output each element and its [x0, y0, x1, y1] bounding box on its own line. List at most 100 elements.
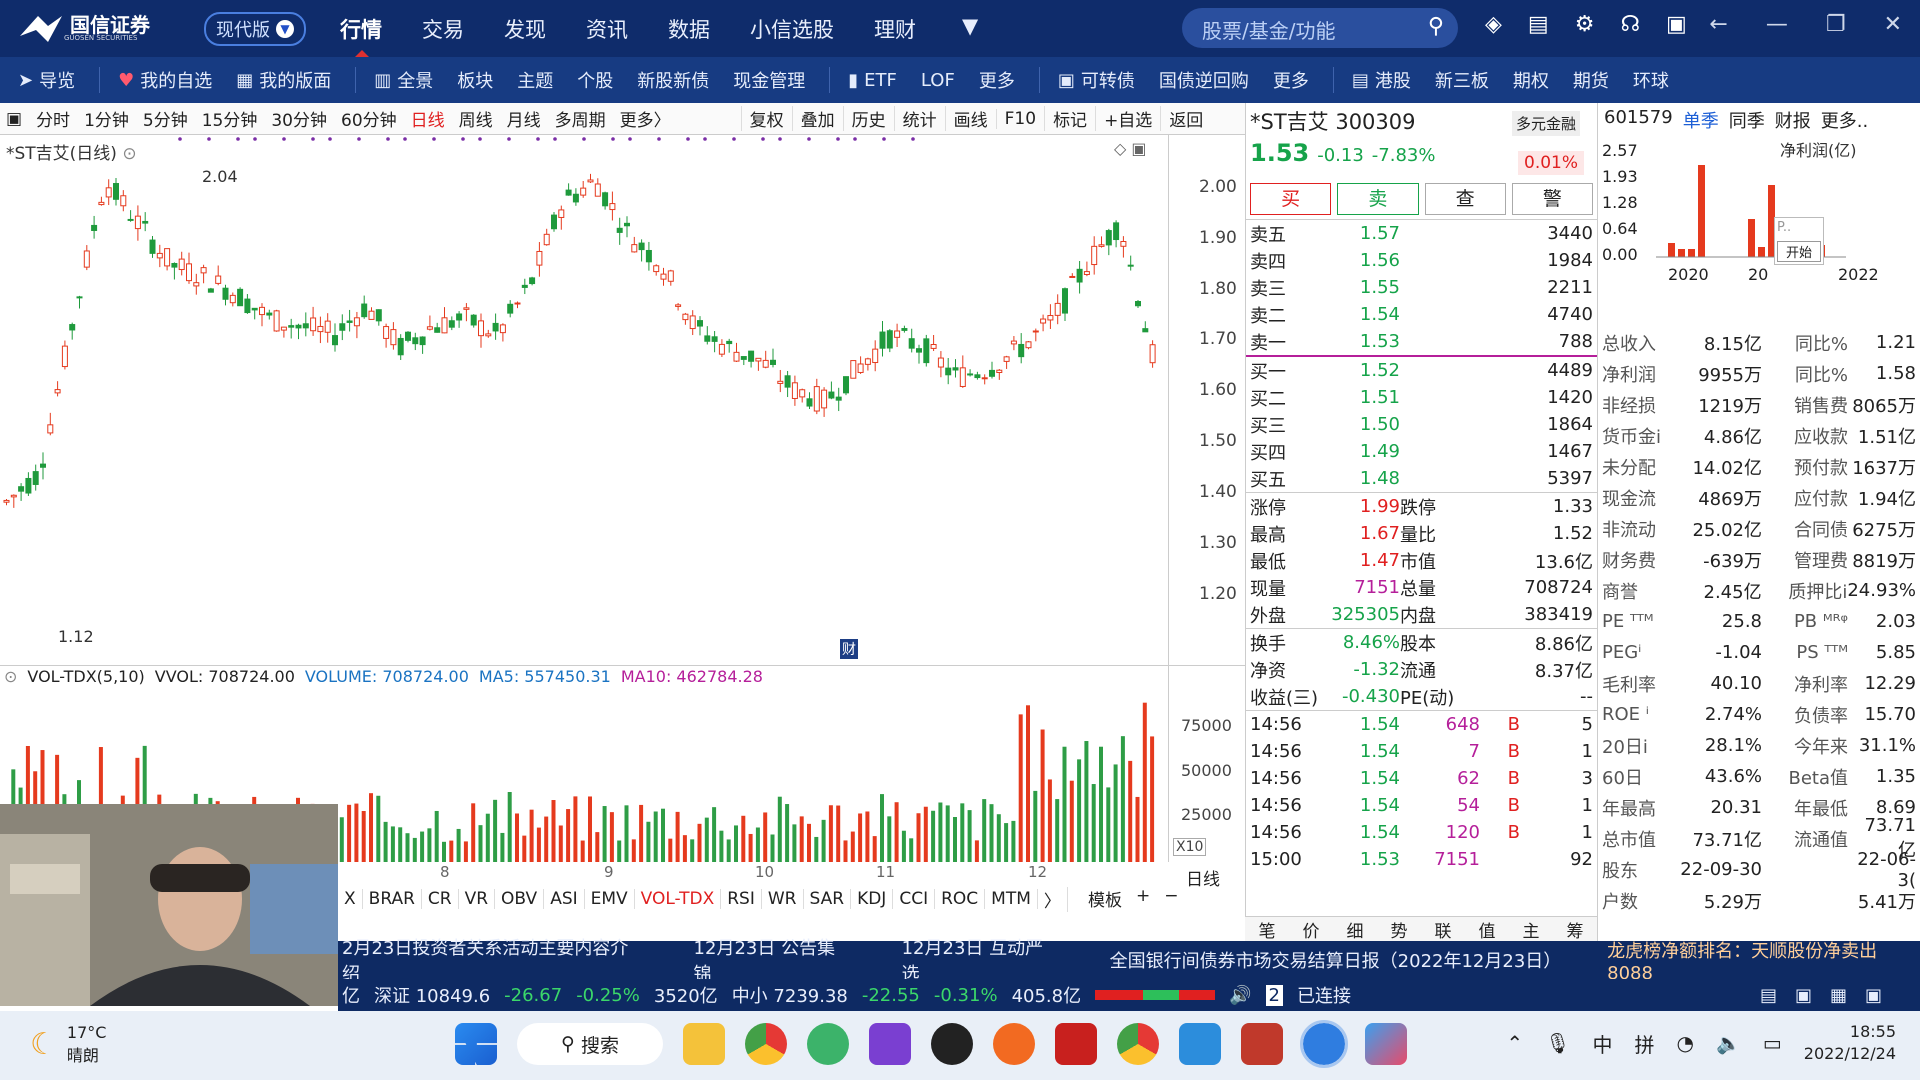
- news-item[interactable]: 龙虎榜净额排名：天顺股份净卖出8088: [1607, 937, 1920, 984]
- order-row[interactable]: 买三 1.50 1864: [1246, 411, 1597, 438]
- order-row[interactable]: 买二 1.51 1420: [1246, 384, 1597, 411]
- indicator-tab[interactable]: RSI: [721, 889, 762, 909]
- period-tab[interactable]: 多周期: [555, 106, 606, 131]
- alert-button[interactable]: 警: [1511, 183, 1593, 215]
- nav-wealth[interactable]: 理财: [874, 14, 916, 44]
- browser-e-icon[interactable]: [807, 1023, 849, 1065]
- nav-news[interactable]: 资讯: [586, 14, 628, 44]
- indicator-tab[interactable]: VR: [459, 889, 496, 909]
- search-icon[interactable]: ⚲: [1428, 14, 1444, 39]
- subnav-my-layout[interactable]: ▦ 我的版面: [236, 67, 331, 93]
- nav-stock-picker[interactable]: 小信选股: [750, 14, 834, 44]
- start-icon[interactable]: [455, 1023, 497, 1065]
- indicator-settings-icon[interactable]: ⊙: [4, 667, 17, 686]
- subnav-sector[interactable]: 板块: [457, 67, 493, 93]
- app-star-icon[interactable]: [1241, 1023, 1283, 1065]
- indicator-tab[interactable]: ASI: [544, 889, 585, 909]
- template-button[interactable]: 模板: [1088, 886, 1122, 911]
- ime-mode[interactable]: 拼: [1635, 1029, 1655, 1058]
- minimize-icon[interactable]: —: [1766, 12, 1788, 37]
- period-tab[interactable]: 30分钟: [271, 106, 327, 131]
- action-button[interactable]: 历史: [842, 106, 894, 131]
- mic-icon[interactable]: 🎙: [1545, 1031, 1570, 1055]
- indicator-tab[interactable]: CR: [422, 889, 459, 909]
- fin-popup[interactable]: P.. 开始: [1774, 217, 1824, 265]
- nav-data[interactable]: 数据: [668, 14, 710, 44]
- order-row[interactable]: 卖五 1.57 3440: [1246, 220, 1597, 247]
- layers-icon[interactable]: ◈: [1485, 12, 1502, 37]
- subnav-futures[interactable]: 期货: [1573, 67, 1609, 93]
- sell-button[interactable]: 卖: [1337, 183, 1419, 215]
- headset-icon[interactable]: ☊: [1620, 12, 1640, 37]
- indicator-tab[interactable]: CCI: [893, 889, 936, 909]
- quote-tab[interactable]: 筹: [1567, 917, 1584, 942]
- indicator-tab[interactable]: WR: [762, 889, 804, 909]
- order-row[interactable]: 买五 1.48 5397: [1246, 465, 1597, 492]
- order-row[interactable]: 卖四 1.56 1984: [1246, 247, 1597, 274]
- news-item[interactable]: 全国银行间债券市场交易结算日报（2022年12月23日）: [1110, 947, 1562, 973]
- action-button[interactable]: F10: [995, 108, 1044, 129]
- subnav-global[interactable]: 环球: [1633, 67, 1669, 93]
- profit-chart[interactable]: 净利润(亿) 2.57 1.93 1.28 0.64 0.00 2020 20 …: [1598, 137, 1920, 327]
- restore-icon[interactable]: ❐: [1826, 12, 1846, 37]
- quote-tab[interactable]: 势: [1391, 917, 1408, 942]
- status-tools[interactable]: ▤▣▦▣: [1760, 985, 1900, 1006]
- action-button[interactable]: +自选: [1095, 106, 1160, 131]
- message-icon[interactable]: ▣: [1666, 12, 1687, 37]
- battery-icon[interactable]: ▭: [1763, 1031, 1782, 1055]
- sector-badge[interactable]: 多元金融: [1512, 111, 1581, 136]
- quote-tab[interactable]: 笔: [1259, 917, 1276, 942]
- wifi-icon[interactable]: ◔: [1677, 1031, 1694, 1055]
- fin-popup-button[interactable]: 开始: [1777, 241, 1821, 262]
- period-tab[interactable]: 分时: [36, 106, 70, 131]
- period-tab[interactable]: 月线: [507, 106, 541, 131]
- fin-tab[interactable]: 更多..: [1821, 107, 1868, 133]
- subnav-neeq[interactable]: 新三板: [1435, 67, 1489, 93]
- indicator-tab[interactable]: KDJ: [851, 889, 894, 909]
- query-button[interactable]: 查: [1424, 183, 1506, 215]
- action-button[interactable]: 画线: [944, 106, 996, 131]
- order-row[interactable]: 卖三 1.55 2211: [1246, 274, 1597, 301]
- subnav-lof[interactable]: LOF: [921, 70, 955, 91]
- indicator-tab[interactable]: OBV: [495, 889, 545, 909]
- clock[interactable]: 18:55 2022/12/24: [1804, 1021, 1896, 1065]
- quote-tab[interactable]: 细: [1347, 917, 1364, 942]
- order-row[interactable]: 卖一 1.53 788: [1246, 328, 1597, 355]
- period-tab[interactable]: 5分钟: [143, 106, 188, 131]
- quote-tab[interactable]: 联: [1435, 917, 1452, 942]
- action-button[interactable]: 复权: [740, 106, 792, 131]
- subnav-convertible[interactable]: ▣ 可转债: [1058, 67, 1135, 93]
- subnav-more-1[interactable]: 更多: [979, 67, 1015, 93]
- quote-tab[interactable]: 值: [1479, 917, 1496, 942]
- period-tab[interactable]: 周线: [459, 106, 493, 131]
- settings-icon[interactable]: ⚙: [1575, 12, 1595, 37]
- subnav-more-2[interactable]: 更多: [1273, 67, 1309, 93]
- action-button[interactable]: 返回: [1160, 106, 1211, 131]
- close-icon[interactable]: ✕: [1884, 12, 1902, 37]
- buy-button[interactable]: 买: [1250, 183, 1332, 215]
- remove-indicator-button[interactable]: −: [1164, 886, 1178, 911]
- indicator-tab-active[interactable]: VOL-TDX: [635, 889, 722, 909]
- weather-widget[interactable]: ☾ 17°C 晴朗: [30, 1023, 106, 1066]
- subnav-hk[interactable]: ▤ 港股: [1352, 67, 1411, 93]
- smb-index[interactable]: 中小 7239.38: [732, 982, 848, 1008]
- period-tab[interactable]: 60分钟: [341, 106, 397, 131]
- period-tab[interactable]: 更多〉: [620, 106, 671, 131]
- f10-icon[interactable]: ▤: [1528, 12, 1549, 37]
- subnav-watchlist[interactable]: ♥ 我的自选: [118, 67, 212, 93]
- order-row[interactable]: 卖二 1.54 4740: [1246, 301, 1597, 328]
- action-button[interactable]: 叠加: [791, 106, 843, 131]
- indicator-next[interactable]: 〉: [1038, 886, 1068, 912]
- subnav-panorama[interactable]: ▥ 全景: [374, 67, 433, 93]
- search-input[interactable]: 股票/基金/功能 ⚲: [1182, 8, 1458, 48]
- subnav-theme[interactable]: 主题: [517, 67, 553, 93]
- panel-toggle-icon[interactable]: ▣: [6, 109, 22, 129]
- indicator-tab[interactable]: MTM: [985, 889, 1038, 909]
- indicator-tab[interactable]: EMV: [585, 889, 635, 909]
- volume-icon[interactable]: 🔈: [1716, 1031, 1741, 1055]
- period-tab[interactable]: 15分钟: [202, 106, 258, 131]
- subnav-guide[interactable]: ➤ 导览: [18, 67, 75, 93]
- taskbar-search[interactable]: ⚲ 搜索: [517, 1023, 663, 1065]
- subnav-options[interactable]: 期权: [1513, 67, 1549, 93]
- quote-tab[interactable]: 主: [1523, 917, 1540, 942]
